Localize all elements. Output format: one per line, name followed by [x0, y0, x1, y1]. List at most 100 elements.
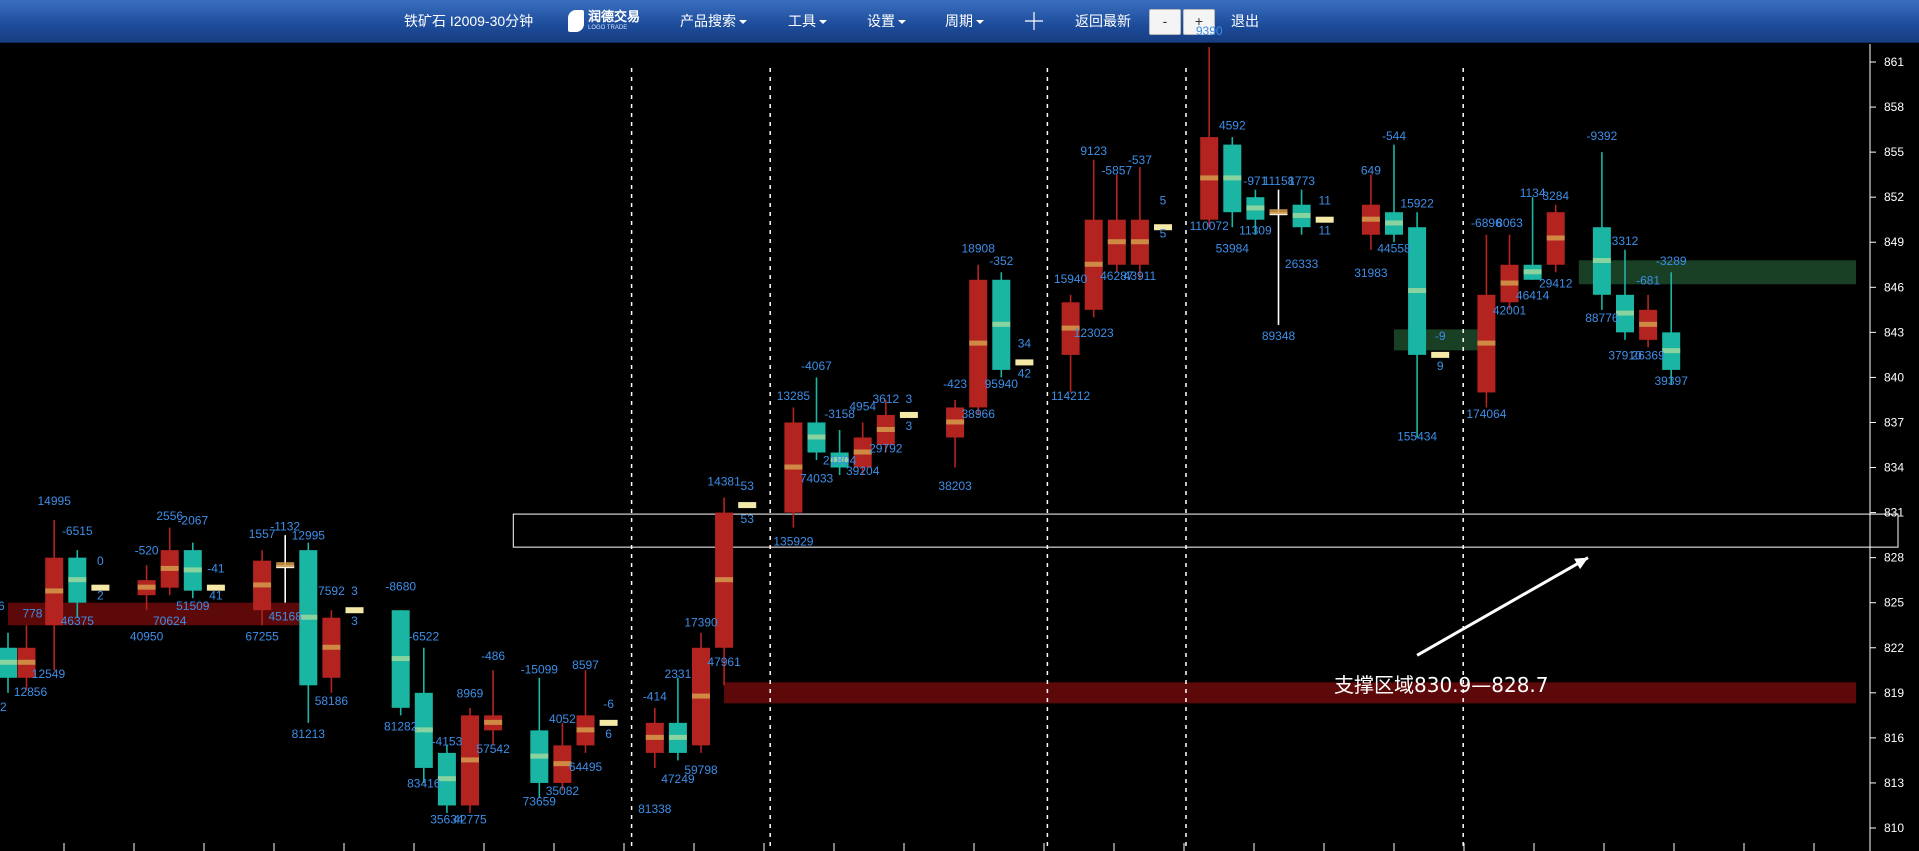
- volume-label: 29792: [869, 442, 903, 456]
- volume-label: 46375: [61, 614, 95, 628]
- volume-label: 8597: [572, 658, 599, 672]
- volume-label: 81338: [638, 802, 672, 816]
- volume-label: 46414: [1516, 288, 1550, 302]
- volume-label: 3612: [872, 392, 899, 406]
- volume-label: 174064: [1466, 407, 1506, 421]
- volume-label: 8063: [1496, 216, 1523, 230]
- volume-label: 26333: [1285, 257, 1319, 271]
- volume-label: 11309: [1239, 224, 1272, 238]
- tick-marker: [1315, 216, 1334, 223]
- volume-label: 70624: [153, 614, 187, 628]
- price-axis: 861 858 855 852 849 846 843 840 837 834 831 828 825 8…: [63, 44, 1904, 851]
- volume-label: 114212: [1051, 389, 1090, 403]
- volume-label: 22: [0, 700, 7, 714]
- vwap-marker: [299, 614, 318, 620]
- price-tick-label: 813: [1884, 776, 1904, 790]
- volume-label: 0: [97, 554, 104, 568]
- volume-label: 5: [1160, 194, 1167, 208]
- volume-label: 3: [351, 584, 358, 598]
- volume-label: 42: [1018, 366, 1032, 380]
- price-tick-label: 828: [1884, 551, 1904, 565]
- volume-label: 649: [1361, 164, 1381, 178]
- volume-label: 778: [22, 607, 42, 621]
- vwap-marker: [576, 727, 595, 733]
- volume-label: 42775: [453, 812, 487, 826]
- volume-label: 38203: [938, 479, 972, 493]
- volume-label: -681: [1636, 273, 1660, 287]
- volume-label: 9: [1437, 359, 1444, 373]
- volume-label: -4153: [432, 734, 463, 748]
- volume-label: -6: [603, 697, 614, 711]
- volume-label: 35082: [546, 784, 580, 798]
- volume-label: 155434: [1397, 429, 1437, 443]
- vwap-marker: [45, 588, 64, 594]
- zone-band-green: [1578, 260, 1856, 285]
- vwap-marker: [1361, 216, 1380, 222]
- volume-label: -414: [643, 689, 667, 703]
- price-tick-label: 819: [1884, 686, 1904, 700]
- volume-label: 3284: [1542, 189, 1569, 203]
- vwap-marker: [160, 565, 179, 571]
- vwap-marker: [1107, 239, 1126, 245]
- volume-label: 11: [1318, 224, 1331, 238]
- volume-label: 3: [906, 392, 913, 406]
- volume-label: 26369: [1631, 348, 1665, 362]
- volume-label: 1773: [1288, 174, 1315, 188]
- volume-label: 12549: [32, 667, 66, 681]
- volume-label: 14381: [707, 475, 741, 489]
- vwap-marker: [530, 753, 549, 759]
- vwap-marker: [1292, 212, 1311, 218]
- volume-label: 14995: [38, 494, 72, 508]
- volume-label: 135929: [773, 535, 813, 549]
- volume-label: 40950: [130, 629, 164, 643]
- volume-label: 42001: [1493, 303, 1527, 317]
- volume-label: 67255: [245, 629, 279, 643]
- volume-label: 34: [1018, 336, 1032, 350]
- volume-label: 39204: [846, 464, 880, 478]
- session-dividers: [630, 68, 1464, 851]
- volume-label: 45168: [269, 610, 303, 624]
- volume-label: 74033: [800, 472, 834, 486]
- volume-label: -2067: [177, 514, 208, 528]
- candlestick-chart[interactable]: 86 22 778 12856 12549 14995 -6515 46375 0 2 -520 40…: [0, 0, 1919, 851]
- volume-label: 53: [741, 512, 755, 526]
- annotation-layer: 支撑区域830.9—828.7: [1334, 556, 1589, 697]
- volume-label: 12856: [14, 685, 48, 699]
- volume-label: 12995: [292, 529, 326, 543]
- vwap-marker: [668, 734, 687, 740]
- vwap-marker: [645, 734, 664, 740]
- vwap-marker: [969, 340, 988, 346]
- vwap-marker: [992, 321, 1011, 327]
- vwap-marker: [276, 562, 295, 568]
- vwap-marker: [1269, 209, 1288, 215]
- volume-label: -486: [481, 649, 505, 663]
- vwap-marker: [1546, 235, 1565, 241]
- volume-label: 9390: [1196, 24, 1223, 38]
- volume-label: 2: [97, 589, 104, 603]
- tick-marker: [1431, 351, 1450, 358]
- volume-label: 15922: [1400, 197, 1434, 211]
- vwap-marker: [1200, 175, 1219, 181]
- volume-label: 57542: [476, 742, 510, 756]
- volume-label: 47961: [707, 655, 741, 669]
- volume-label: -520: [135, 544, 159, 558]
- volume-label: -3289: [1656, 254, 1687, 268]
- volume-label: -537: [1128, 153, 1152, 167]
- vwap-marker: [391, 656, 410, 662]
- volume-label: 11: [1318, 194, 1331, 208]
- price-tick-label: 810: [1884, 821, 1904, 835]
- volume-label: 81282: [384, 719, 418, 733]
- vwap-marker: [17, 659, 36, 665]
- zone-band-red: [724, 682, 1856, 704]
- vwap-marker: [68, 577, 87, 583]
- vwap-marker: [137, 584, 156, 590]
- volume-label: 38966: [962, 407, 996, 421]
- vwap-marker: [1223, 175, 1242, 181]
- volume-label: -9392: [1587, 129, 1618, 143]
- volume-label: 13285: [777, 389, 811, 403]
- volume-label: -6515: [62, 524, 93, 538]
- vwap-marker: [322, 644, 341, 650]
- volume-label: 7592: [318, 584, 345, 598]
- volume-label: -423: [943, 377, 967, 391]
- vwap-marker: [692, 693, 710, 699]
